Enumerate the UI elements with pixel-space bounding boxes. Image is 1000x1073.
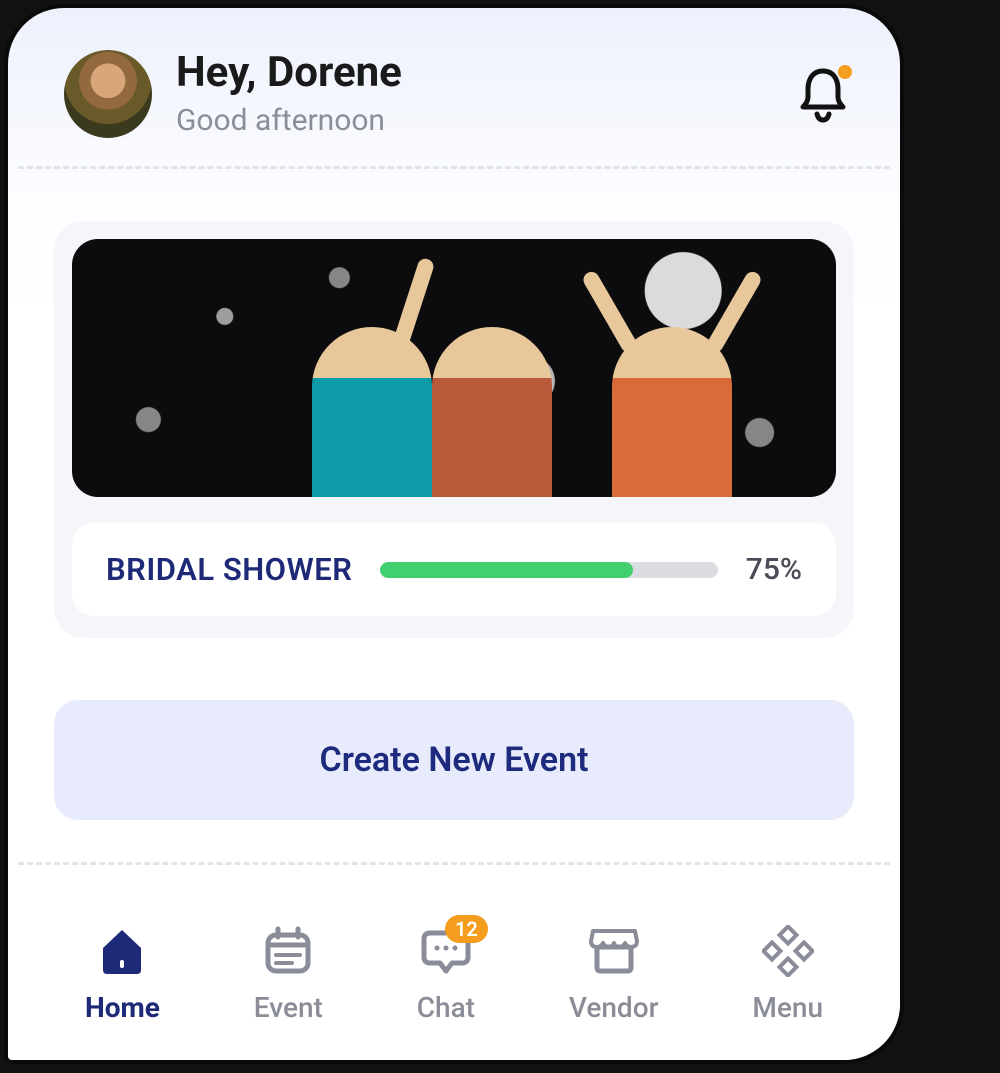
store-icon: [586, 923, 642, 979]
greeting-block: Hey, Dorene Good afternoon: [176, 50, 796, 137]
greeting-subtitle: Good afternoon: [176, 103, 796, 138]
event-image: [72, 239, 836, 497]
nav-label: Event: [254, 991, 323, 1024]
app-frame: Hey, Dorene Good afternoon BRIDAL SHOWER: [4, 4, 904, 1064]
avatar[interactable]: [64, 50, 152, 138]
nav-item-vendor[interactable]: Vendor: [569, 923, 659, 1024]
nav-item-menu[interactable]: Menu: [752, 923, 823, 1024]
chat-icon: 12: [418, 923, 474, 979]
divider: [18, 862, 890, 865]
grid-icon: [760, 923, 816, 979]
notifications-button[interactable]: [796, 65, 850, 123]
calendar-icon: [260, 923, 316, 979]
nav-label: Chat: [417, 991, 475, 1024]
nav-item-home[interactable]: Home: [85, 923, 160, 1024]
event-progress-row: BRIDAL SHOWER 75%: [72, 523, 836, 616]
nav-label: Vendor: [569, 991, 659, 1024]
content: BRIDAL SHOWER 75% Create New Event: [8, 169, 900, 820]
bottom-nav: Home Event 12 Chat Vendor Menu: [8, 897, 900, 1060]
notification-dot-icon: [838, 65, 852, 79]
nav-item-chat[interactable]: 12 Chat: [417, 923, 475, 1024]
event-card[interactable]: BRIDAL SHOWER 75%: [54, 221, 854, 638]
header: Hey, Dorene Good afternoon: [8, 8, 900, 166]
person-illustration: [432, 327, 552, 497]
nav-label: Home: [85, 991, 160, 1024]
person-illustration: [612, 327, 732, 497]
event-title: BRIDAL SHOWER: [106, 551, 352, 588]
nav-label: Menu: [752, 991, 823, 1024]
progress-bar: [380, 562, 717, 578]
home-icon: [94, 923, 150, 979]
person-illustration: [312, 327, 432, 497]
nav-item-event[interactable]: Event: [254, 923, 323, 1024]
progress-bar-fill: [380, 562, 633, 578]
create-event-button[interactable]: Create New Event: [54, 700, 854, 820]
progress-percent-label: 75%: [746, 552, 802, 587]
greeting-title: Hey, Dorene: [176, 50, 796, 96]
chat-badge: 12: [445, 915, 488, 943]
